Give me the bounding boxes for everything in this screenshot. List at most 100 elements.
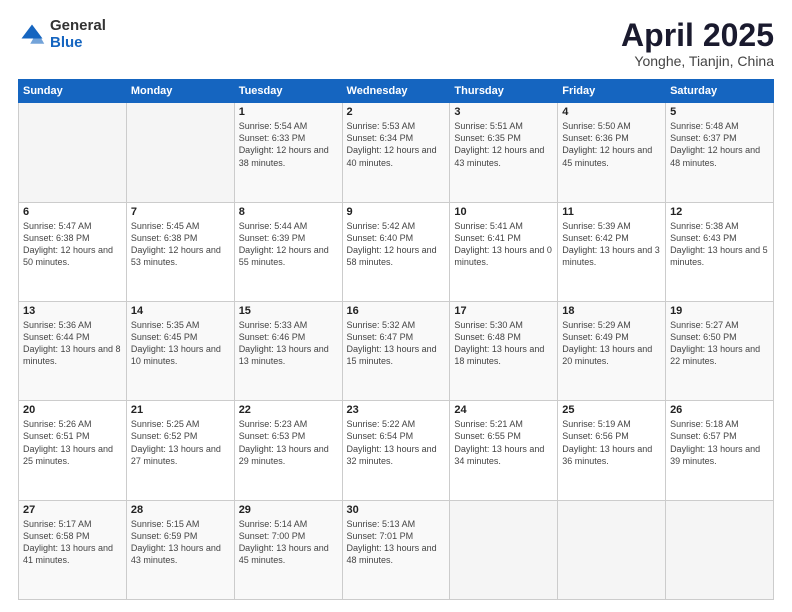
cell-w2-d2: 15Sunrise: 5:33 AMSunset: 6:46 PMDayligh… bbox=[234, 301, 342, 400]
cell-w1-d3: 9 Sunrise: 5:42 AMSunset: 6:40 PMDaylight… bbox=[342, 202, 450, 301]
calendar-subtitle: Yonghe, Tianjin, China bbox=[621, 53, 774, 69]
day-info: Sunrise: 5:17 AMSunset: 6:58 PMDaylight:… bbox=[23, 518, 122, 567]
day-number: 6 bbox=[23, 206, 122, 218]
day-number: 27 bbox=[23, 504, 122, 516]
cell-w1-d5: 11Sunrise: 5:39 AMSunset: 6:42 PMDayligh… bbox=[558, 202, 666, 301]
cell-w1-d1: 7Sunrise: 5:45 AMSunset: 6:38 PMDaylight… bbox=[126, 202, 234, 301]
day-info: Sunrise: 5:23 AMSunset: 6:53 PMDaylight:… bbox=[239, 418, 338, 467]
week-row-3: 20 Sunrise: 5:26 AMSunset: 6:51 PMDayligh… bbox=[19, 401, 774, 500]
day-info: Sunrise: 5:50 AMSunset: 6:36 PMDaylight:… bbox=[562, 120, 661, 169]
cell-w4-d0: 27 Sunrise: 5:17 AMSunset: 6:58 PMDayligh… bbox=[19, 500, 127, 599]
cell-w2-d4: 17Sunrise: 5:30 AMSunset: 6:48 PMDayligh… bbox=[450, 301, 558, 400]
day-number: 10 bbox=[454, 206, 553, 218]
cell-w1-d6: 12Sunrise: 5:38 AMSunset: 6:43 PMDayligh… bbox=[666, 202, 774, 301]
calendar-title: April 2025 bbox=[621, 18, 774, 53]
logo-general-label: General bbox=[50, 18, 106, 35]
cell-w2-d1: 14 Sunrise: 5:35 AMSunset: 6:45 PMDayligh… bbox=[126, 301, 234, 400]
day-number: 12 bbox=[670, 206, 769, 218]
day-info: Sunrise: 5:32 AMSunset: 6:47 PMDaylight:… bbox=[347, 319, 446, 368]
day-number: 23 bbox=[347, 404, 446, 416]
cell-w0-d5: 4 Sunrise: 5:50 AMSunset: 6:36 PMDaylight… bbox=[558, 103, 666, 202]
day-info: Sunrise: 5:51 AMSunset: 6:35 PMDaylight:… bbox=[454, 120, 553, 169]
cell-w0-d1 bbox=[126, 103, 234, 202]
cell-w2-d0: 13Sunrise: 5:36 AMSunset: 6:44 PMDayligh… bbox=[19, 301, 127, 400]
title-block: April 2025 Yonghe, Tianjin, China bbox=[621, 18, 774, 69]
cell-w3-d1: 21 Sunrise: 5:25 AMSunset: 6:52 PMDayligh… bbox=[126, 401, 234, 500]
day-number: 20 bbox=[23, 404, 122, 416]
header-saturday: Saturday bbox=[666, 80, 774, 103]
header-monday: Monday bbox=[126, 80, 234, 103]
cell-w4-d5 bbox=[558, 500, 666, 599]
cell-w4-d1: 28Sunrise: 5:15 AMSunset: 6:59 PMDayligh… bbox=[126, 500, 234, 599]
day-number: 24 bbox=[454, 404, 553, 416]
day-number: 21 bbox=[131, 404, 230, 416]
day-number: 14 bbox=[131, 305, 230, 317]
day-number: 2 bbox=[347, 106, 446, 118]
day-number: 8 bbox=[239, 206, 338, 218]
logo-icon bbox=[18, 21, 46, 49]
cell-w1-d4: 10 Sunrise: 5:41 AMSunset: 6:41 PMDayligh… bbox=[450, 202, 558, 301]
cell-w0-d0 bbox=[19, 103, 127, 202]
header: General Blue April 2025 Yonghe, Tianjin,… bbox=[18, 18, 774, 69]
cell-w4-d6 bbox=[666, 500, 774, 599]
day-info: Sunrise: 5:27 AMSunset: 6:50 PMDaylight:… bbox=[670, 319, 769, 368]
header-sunday: Sunday bbox=[19, 80, 127, 103]
day-info: Sunrise: 5:14 AMSunset: 7:00 PMDaylight:… bbox=[239, 518, 338, 567]
day-info: Sunrise: 5:44 AMSunset: 6:39 PMDaylight:… bbox=[239, 220, 338, 269]
day-number: 1 bbox=[239, 106, 338, 118]
cell-w3-d3: 23 Sunrise: 5:22 AMSunset: 6:54 PMDayligh… bbox=[342, 401, 450, 500]
day-number: 22 bbox=[239, 404, 338, 416]
cell-w0-d2: 1 Sunrise: 5:54 AMSunset: 6:33 PMDaylight… bbox=[234, 103, 342, 202]
cell-w1-d0: 6 Sunrise: 5:47 AMSunset: 6:38 PMDaylight… bbox=[19, 202, 127, 301]
cell-w2-d6: 19 Sunrise: 5:27 AMSunset: 6:50 PMDayligh… bbox=[666, 301, 774, 400]
calendar-table: Sunday Monday Tuesday Wednesday Thursday… bbox=[18, 79, 774, 600]
week-row-4: 27 Sunrise: 5:17 AMSunset: 6:58 PMDayligh… bbox=[19, 500, 774, 599]
day-info: Sunrise: 5:18 AMSunset: 6:57 PMDaylight:… bbox=[670, 418, 769, 467]
day-number: 16 bbox=[347, 305, 446, 317]
day-info: Sunrise: 5:39 AMSunset: 6:42 PMDaylight:… bbox=[562, 220, 661, 269]
cell-w1-d2: 8 Sunrise: 5:44 AMSunset: 6:39 PMDaylight… bbox=[234, 202, 342, 301]
day-number: 25 bbox=[562, 404, 661, 416]
day-info: Sunrise: 5:26 AMSunset: 6:51 PMDaylight:… bbox=[23, 418, 122, 467]
logo: General Blue bbox=[18, 18, 106, 51]
day-info: Sunrise: 5:29 AMSunset: 6:49 PMDaylight:… bbox=[562, 319, 661, 368]
day-info: Sunrise: 5:22 AMSunset: 6:54 PMDaylight:… bbox=[347, 418, 446, 467]
day-number: 19 bbox=[670, 305, 769, 317]
day-info: Sunrise: 5:42 AMSunset: 6:40 PMDaylight:… bbox=[347, 220, 446, 269]
day-number: 4 bbox=[562, 106, 661, 118]
day-info: Sunrise: 5:54 AMSunset: 6:33 PMDaylight:… bbox=[239, 120, 338, 169]
day-info: Sunrise: 5:25 AMSunset: 6:52 PMDaylight:… bbox=[131, 418, 230, 467]
day-number: 26 bbox=[670, 404, 769, 416]
logo-text: General Blue bbox=[50, 18, 106, 51]
day-info: Sunrise: 5:35 AMSunset: 6:45 PMDaylight:… bbox=[131, 319, 230, 368]
header-thursday: Thursday bbox=[450, 80, 558, 103]
cell-w4-d4 bbox=[450, 500, 558, 599]
day-info: Sunrise: 5:19 AMSunset: 6:56 PMDaylight:… bbox=[562, 418, 661, 467]
cell-w3-d5: 25 Sunrise: 5:19 AMSunset: 6:56 PMDayligh… bbox=[558, 401, 666, 500]
logo-blue-label: Blue bbox=[50, 35, 106, 52]
cell-w0-d3: 2 Sunrise: 5:53 AMSunset: 6:34 PMDaylight… bbox=[342, 103, 450, 202]
cell-w0-d6: 5Sunrise: 5:48 AMSunset: 6:37 PMDaylight… bbox=[666, 103, 774, 202]
cell-w3-d2: 22 Sunrise: 5:23 AMSunset: 6:53 PMDayligh… bbox=[234, 401, 342, 500]
cell-w3-d0: 20 Sunrise: 5:26 AMSunset: 6:51 PMDayligh… bbox=[19, 401, 127, 500]
header-tuesday: Tuesday bbox=[234, 80, 342, 103]
day-number: 13 bbox=[23, 305, 122, 317]
day-number: 7 bbox=[131, 206, 230, 218]
week-row-0: 1 Sunrise: 5:54 AMSunset: 6:33 PMDaylight… bbox=[19, 103, 774, 202]
day-info: Sunrise: 5:48 AMSunset: 6:37 PMDaylight:… bbox=[670, 120, 769, 169]
day-info: Sunrise: 5:53 AMSunset: 6:34 PMDaylight:… bbox=[347, 120, 446, 169]
day-info: Sunrise: 5:47 AMSunset: 6:38 PMDaylight:… bbox=[23, 220, 122, 269]
week-row-1: 6 Sunrise: 5:47 AMSunset: 6:38 PMDaylight… bbox=[19, 202, 774, 301]
day-number: 18 bbox=[562, 305, 661, 317]
cell-w2-d5: 18 Sunrise: 5:29 AMSunset: 6:49 PMDayligh… bbox=[558, 301, 666, 400]
day-number: 15 bbox=[239, 305, 338, 317]
day-info: Sunrise: 5:41 AMSunset: 6:41 PMDaylight:… bbox=[454, 220, 553, 269]
day-info: Sunrise: 5:13 AMSunset: 7:01 PMDaylight:… bbox=[347, 518, 446, 567]
day-number: 30 bbox=[347, 504, 446, 516]
day-info: Sunrise: 5:30 AMSunset: 6:48 PMDaylight:… bbox=[454, 319, 553, 368]
cell-w4-d3: 30 Sunrise: 5:13 AMSunset: 7:01 PMDayligh… bbox=[342, 500, 450, 599]
header-friday: Friday bbox=[558, 80, 666, 103]
header-wednesday: Wednesday bbox=[342, 80, 450, 103]
cell-w4-d2: 29Sunrise: 5:14 AMSunset: 7:00 PMDayligh… bbox=[234, 500, 342, 599]
day-number: 9 bbox=[347, 206, 446, 218]
